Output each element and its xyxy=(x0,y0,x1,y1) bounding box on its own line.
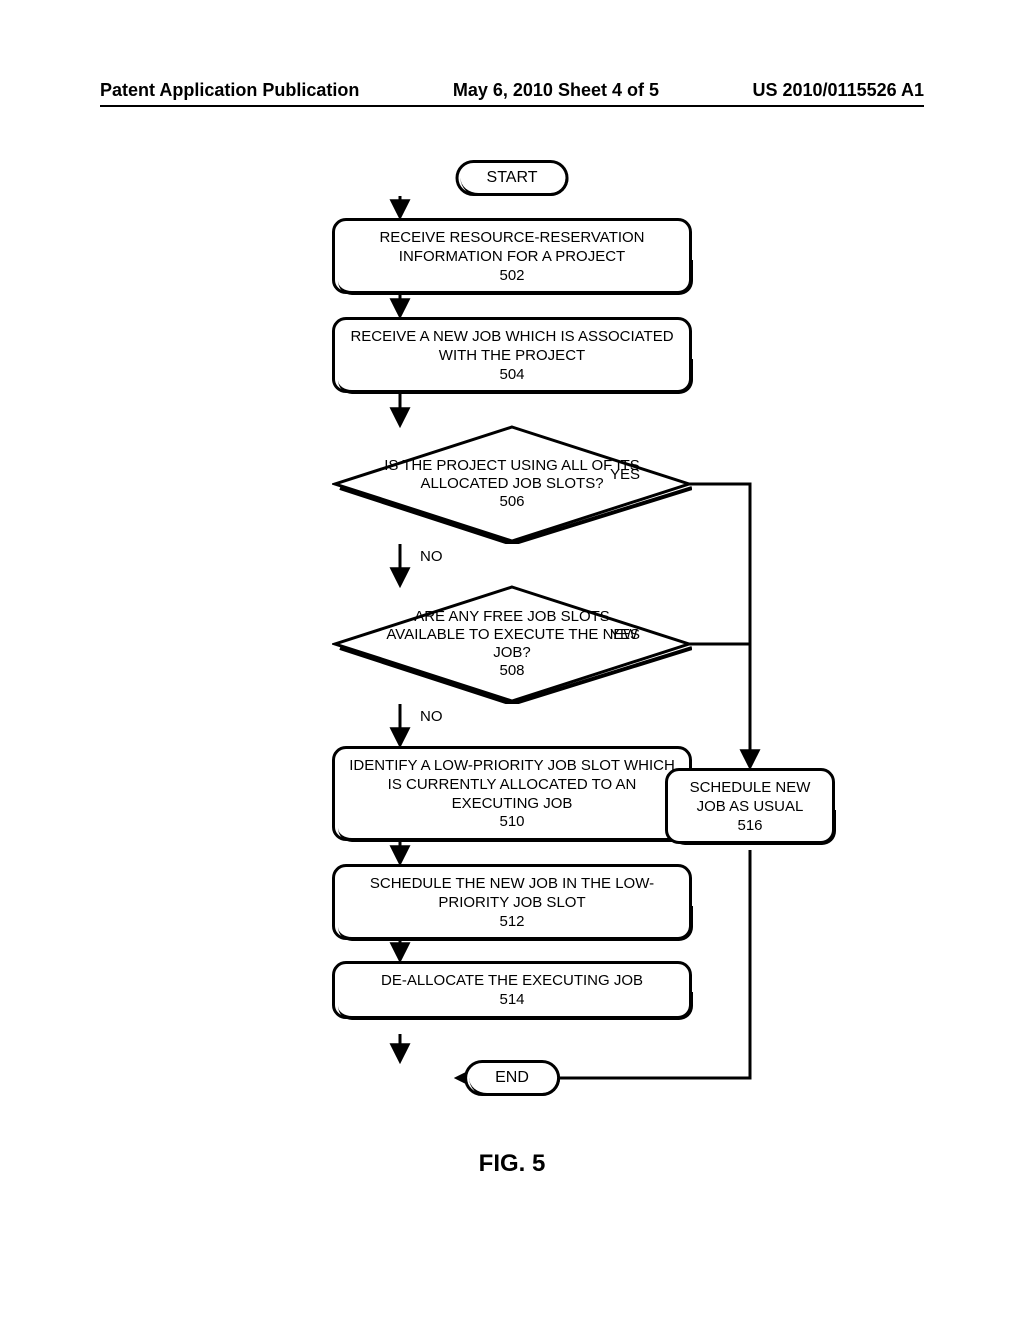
header-rule xyxy=(100,105,924,107)
figure-caption: FIG. 5 xyxy=(479,1150,546,1178)
start-label: START xyxy=(487,169,538,186)
step-510: IDENTIFY A LOW-PRIORITY JOB SLOT WHICH I… xyxy=(332,746,692,841)
step-512-text: SCHEDULE THE NEW JOB IN THE LOW-PRIORITY… xyxy=(370,875,654,911)
label-508-no: NO xyxy=(420,708,443,725)
step-502: RECEIVE RESOURCE-RESERVATION INFORMATION… xyxy=(332,218,692,294)
page-header: Patent Application Publication May 6, 20… xyxy=(0,80,1024,101)
label-508-yes: YES xyxy=(610,626,640,643)
header-right: US 2010/0115526 A1 xyxy=(753,80,924,101)
step-516: SCHEDULE NEW JOB AS USUAL 516 xyxy=(665,768,835,844)
step-504-ref: 504 xyxy=(347,366,677,385)
step-512-ref: 512 xyxy=(347,913,677,932)
decision-506: IS THE PROJECT USING ALL OF ITS ALLOCATE… xyxy=(332,424,692,544)
step-510-ref: 510 xyxy=(347,813,677,832)
label-506-no: NO xyxy=(420,548,443,565)
step-516-text: SCHEDULE NEW JOB AS USUAL xyxy=(690,779,811,815)
step-502-text: RECEIVE RESOURCE-RESERVATION INFORMATION… xyxy=(379,229,644,265)
step-502-ref: 502 xyxy=(347,267,677,286)
step-514-text: DE-ALLOCATE THE EXECUTING JOB xyxy=(381,972,643,989)
header-center: May 6, 2010 Sheet 4 of 5 xyxy=(453,80,659,101)
step-516-ref: 516 xyxy=(676,817,824,836)
decision-508-text: ARE ANY FREE JOB SLOTS AVAILABLE TO EXEC… xyxy=(386,608,637,661)
decision-506-ref: 506 xyxy=(382,493,642,511)
label-506-yes: YES xyxy=(610,466,640,483)
flow-end: END xyxy=(464,1060,560,1096)
step-504-text: RECEIVE A NEW JOB WHICH IS ASSOCIATED WI… xyxy=(350,328,673,364)
step-514: DE-ALLOCATE THE EXECUTING JOB 514 xyxy=(332,961,692,1019)
step-510-text: IDENTIFY A LOW-PRIORITY JOB SLOT WHICH I… xyxy=(349,757,675,812)
step-512: SCHEDULE THE NEW JOB IN THE LOW-PRIORITY… xyxy=(332,864,692,940)
decision-508-ref: 508 xyxy=(382,662,642,680)
end-label: END xyxy=(495,1069,529,1086)
decision-506-text: IS THE PROJECT USING ALL OF ITS ALLOCATE… xyxy=(384,457,640,492)
decision-508: ARE ANY FREE JOB SLOTS AVAILABLE TO EXEC… xyxy=(332,584,692,704)
step-514-ref: 514 xyxy=(347,991,677,1010)
header-left: Patent Application Publication xyxy=(100,80,359,101)
step-504: RECEIVE A NEW JOB WHICH IS ASSOCIATED WI… xyxy=(332,317,692,393)
flow-start: START xyxy=(456,160,569,196)
